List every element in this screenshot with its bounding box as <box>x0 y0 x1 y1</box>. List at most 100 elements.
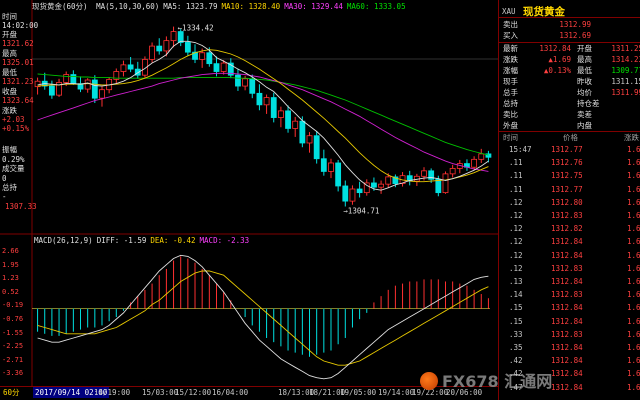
macd-axis-label: -2.71 <box>2 355 24 364</box>
macd-axis-label: 2.66 <box>2 247 19 255</box>
tick-change: 1.65 <box>626 197 640 207</box>
hold-label: 总持 <box>2 183 17 192</box>
tick-change: 1.62 <box>626 184 640 194</box>
quote-label: 最高 <box>577 55 592 64</box>
candle-body <box>285 110 291 129</box>
quote-label: 涨跌 <box>503 55 518 64</box>
tick-time: 15:47 <box>509 145 532 154</box>
candle-body <box>306 135 313 144</box>
change-pct-value: +0.15% <box>2 124 30 133</box>
macd-label: MACD(26,12,9) <box>34 236 93 245</box>
candle-body <box>356 188 363 194</box>
divider <box>499 131 640 132</box>
ma-label: MA5: 1323.79 <box>163 2 218 11</box>
candle-body <box>91 79 98 99</box>
quote-label: 总持 <box>503 99 518 108</box>
candle-body <box>342 185 349 202</box>
quote-row: 涨跌 ▲1.69 最高 1314.23 <box>499 55 640 65</box>
candle-body <box>320 158 327 172</box>
candle-body <box>120 64 127 72</box>
quote-row: 卖比 卖差 <box>499 110 640 120</box>
peak-annotation: ←1334.42 <box>178 24 214 33</box>
tick-row: .47 1312.84 1.69 <box>499 382 640 393</box>
candlestick-series <box>34 26 492 207</box>
period-selector[interactable]: 60分 <box>3 388 20 398</box>
quote-row: 最新 1312.84 开盘 1311.25 <box>499 44 640 54</box>
candle-body <box>277 110 284 118</box>
candle-body <box>385 176 392 185</box>
tick-change: 1.62 <box>626 145 640 154</box>
tick-price: 1312.83 <box>551 290 583 300</box>
quote-value: 1309.77 <box>611 66 640 75</box>
chart-canvas[interactable]: ←1334.42 →1304.71 <box>0 0 498 386</box>
tick-row: .11 1312.77 1.62 <box>499 184 640 195</box>
macd-axis-label: 1.95 <box>2 260 19 269</box>
amplitude-label: 振幅 <box>2 145 17 154</box>
quote-label: 卖比 <box>503 110 518 119</box>
macd-axis-label: -1.55 <box>2 328 24 337</box>
tick-row: .11 1312.76 1.61 <box>499 157 640 168</box>
close-label: 收盘 <box>2 87 17 96</box>
quote-label: 最低 <box>577 66 592 75</box>
candle-body <box>371 182 377 188</box>
chart-title: 现货黄金(60分) <box>32 2 88 11</box>
tick-price: 1312.82 <box>551 224 583 234</box>
quote-row: 现手 昨收 1311.15 <box>499 77 640 87</box>
tick-change: 1.68 <box>626 211 640 220</box>
tick-time: .11 <box>509 171 523 181</box>
candle-body <box>421 170 427 177</box>
macd-axis-label: -0.19 <box>2 301 24 310</box>
quote-value: 1311.25 <box>611 44 640 53</box>
trading-chart-window: ←1334.42 →1304.71 现货黄金(60分) MA(5,10,30,60… <box>0 0 640 400</box>
tick-row: .14 1312.83 1.68 <box>499 289 640 300</box>
tick-change: 1.69 <box>626 343 640 352</box>
candle-body <box>435 178 442 194</box>
quote-label: 最新 <box>503 44 518 53</box>
tick-price: 1312.83 <box>551 329 583 339</box>
tick-price: 1312.84 <box>551 250 583 260</box>
tick-row: 15:47 1312.77 1.62 <box>499 144 640 155</box>
macd-axis-label: -3.36 <box>2 369 24 378</box>
tick-row: .12 1312.84 1.69 <box>499 236 640 247</box>
tick-change: 1.69 <box>626 369 640 379</box>
symbol-code: XAU <box>502 7 516 16</box>
tick-row: .12 1312.83 1.68 <box>499 263 640 274</box>
tick-price: 1312.80 <box>551 197 583 207</box>
candle-body <box>127 64 134 70</box>
ma-label: MA30: 1329.44 <box>284 2 343 11</box>
diff-line <box>37 254 489 380</box>
tick-price: 1312.84 <box>551 237 583 247</box>
quote-label: 持仓差 <box>577 99 600 108</box>
tick-row: .15 1312.84 1.69 <box>499 302 640 313</box>
tick-change: 1.69 <box>626 250 640 260</box>
quote-value: 1314.23 <box>611 55 640 64</box>
change-label: 涨跌 <box>2 106 17 115</box>
quote-value: 1312.84 <box>539 44 571 53</box>
open-label: 开盘 <box>2 30 17 39</box>
divider <box>499 42 640 43</box>
tick-row: .33 1312.83 1.68 <box>499 329 640 340</box>
candle-body <box>378 183 384 188</box>
candle-body <box>235 74 241 87</box>
candle-body <box>328 162 334 172</box>
candle-body <box>313 135 320 160</box>
time-axis-label: 15/03:00 <box>142 388 179 397</box>
candle-body <box>84 79 91 90</box>
tick-header-change: 涨跌 <box>624 133 639 142</box>
ma60-line <box>37 73 489 156</box>
tick-time: .12 <box>509 224 523 234</box>
tick-price: 1312.84 <box>551 277 583 286</box>
quote-label: 昨收 <box>577 77 592 86</box>
fx678-logo-icon <box>420 372 438 390</box>
tick-time: .33 <box>509 329 523 339</box>
candle-body <box>299 120 306 144</box>
macd-axis-label: -0.76 <box>2 315 24 323</box>
sell-value: 1312.99 <box>559 20 591 29</box>
quote-label: 外盘 <box>503 121 518 130</box>
tick-change: 1.69 <box>626 277 640 286</box>
tick-change: 1.69 <box>626 303 640 313</box>
tick-price: 1312.83 <box>551 263 583 273</box>
candle-body <box>249 78 256 94</box>
tick-change: 1.67 <box>626 224 640 234</box>
tick-row: .35 1312.84 1.69 <box>499 342 640 353</box>
